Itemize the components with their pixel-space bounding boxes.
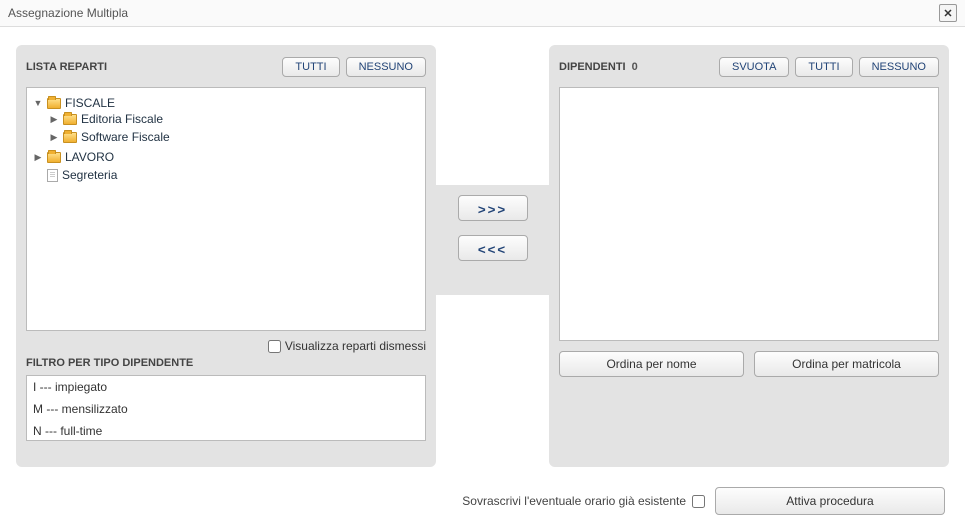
reparti-tree[interactable]: ▼ FISCALE ▶ Editoria Fiscale ▶ Software Fisca… [26,87,426,331]
close-button[interactable]: ✕ [939,4,957,22]
visualizza-dismessi-checkbox[interactable] [268,340,281,353]
tree-node[interactable]: Segreteria [33,166,421,184]
footer: Sovrascrivi l'eventuale orario già esist… [0,477,965,529]
close-icon: ✕ [943,7,952,20]
tree-node-label: FISCALE [65,96,115,110]
filtro-listbox[interactable]: I --- impiegatoM --- mensilizzatoN --- f… [26,375,426,441]
transfer-column: >>> <<< [436,45,549,467]
dialog-assegnazione-multipla: Assegnazione Multipla ✕ LISTA REPARTI TU… [0,0,965,527]
chevron-right-icon[interactable]: ▶ [49,114,59,125]
tree-node-label: LAVORO [65,150,114,164]
dialog-title: Assegnazione Multipla [8,6,128,20]
dipendenti-title-text: DIPENDENTI [559,61,626,73]
tree-node[interactable]: ▶ Software Fiscale [49,128,421,146]
dipendenti-title: DIPENDENTI 0 [559,61,638,73]
filtro-title: FILTRO PER TIPO DIPENDENTE [26,357,426,369]
chevron-down-icon[interactable]: ▼ [33,98,43,108]
dipendenti-svuota-button[interactable]: SVUOTA [719,57,789,77]
overwrite-label: Sovrascrivi l'eventuale orario già esist… [462,494,686,508]
tree-node-label: Segreteria [62,168,117,182]
reparti-header: LISTA REPARTI TUTTI NESSUNO [26,55,426,79]
tree-node[interactable]: ▼ FISCALE ▶ Editoria Fiscale ▶ Software Fisca… [33,94,421,148]
dipendenti-header-buttons: SVUOTA TUTTI NESSUNO [719,57,939,77]
ordina-matricola-button[interactable]: Ordina per matricola [754,351,939,377]
tree-node-label: Editoria Fiscale [81,112,163,126]
chevron-right-icon[interactable]: ▶ [49,132,59,143]
folder-icon [63,114,77,125]
dipendenti-header: DIPENDENTI 0 SVUOTA TUTTI NESSUNO [559,55,939,79]
dialog-body: LISTA REPARTI TUTTI NESSUNO ▼ FISCALE ▶ Edi… [0,27,965,477]
reparti-header-buttons: TUTTI NESSUNO [282,57,426,77]
reparti-tutti-button[interactable]: TUTTI [282,57,339,77]
dipendenti-panel: DIPENDENTI 0 SVUOTA TUTTI NESSUNO Ordina… [549,45,949,467]
visualizza-dismessi-label: Visualizza reparti dismessi [285,339,426,353]
folder-icon [47,152,61,163]
attiva-procedura-button[interactable]: Attiva procedura [715,487,945,515]
overwrite-checkbox[interactable] [692,495,705,508]
add-button[interactable]: >>> [458,195,528,221]
filter-option[interactable]: M --- mensilizzato [27,398,425,420]
folder-icon [63,132,77,143]
reparti-title: LISTA REPARTI [26,61,107,73]
filter-option[interactable]: I --- impiegato [27,376,425,398]
dipendenti-nessuno-button[interactable]: NESSUNO [859,57,939,77]
titlebar: Assegnazione Multipla ✕ [0,0,965,27]
tree-node[interactable]: ▶ Editoria Fiscale [49,110,421,128]
reparti-panel: LISTA REPARTI TUTTI NESSUNO ▼ FISCALE ▶ Edi… [16,45,436,467]
tree-node[interactable]: ▶ LAVORO [33,148,421,166]
dismissed-row: Visualizza reparti dismessi [26,331,426,355]
dipendenti-tutti-button[interactable]: TUTTI [795,57,852,77]
reparti-nessuno-button[interactable]: NESSUNO [346,57,426,77]
dipendenti-count: 0 [632,61,638,73]
document-icon [47,169,58,182]
ordina-nome-button[interactable]: Ordina per nome [559,351,744,377]
folder-icon [47,98,61,109]
sort-row: Ordina per nome Ordina per matricola [559,351,939,377]
tree-node-label: Software Fiscale [81,130,170,144]
overwrite-row: Sovrascrivi l'eventuale orario già esist… [462,494,705,508]
filter-option[interactable]: N --- full-time [27,420,425,441]
dipendenti-list[interactable] [559,87,939,341]
remove-button[interactable]: <<< [458,235,528,261]
chevron-right-icon[interactable]: ▶ [33,152,43,163]
